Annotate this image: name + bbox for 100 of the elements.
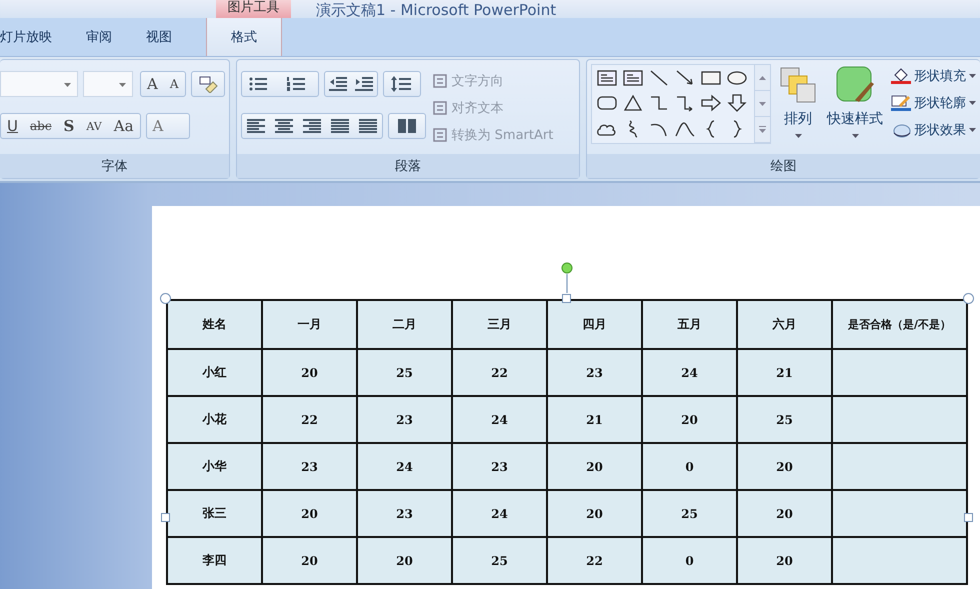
table-cell: 21 xyxy=(547,396,642,443)
align-icon xyxy=(330,119,349,133)
table-cell: 25 xyxy=(452,537,547,584)
shape-icon[interactable] xyxy=(596,68,618,88)
dropdown-icon xyxy=(64,83,71,87)
scroll-up-button[interactable] xyxy=(755,65,770,91)
table-cell: 24 xyxy=(642,349,737,396)
table-cell: 22 xyxy=(547,537,642,584)
dropdown-icon xyxy=(969,74,976,78)
scroll-down-button[interactable] xyxy=(755,91,770,117)
ribbon-tab[interactable]: 视图 xyxy=(146,18,172,56)
table-cell: 0 xyxy=(642,443,737,490)
more-icon xyxy=(759,126,766,133)
shape-command[interactable]: 形状填充 xyxy=(891,64,976,88)
table-cell: 20 xyxy=(547,443,642,490)
dropdown-icon xyxy=(852,134,858,138)
font-format-button[interactable]: abc xyxy=(24,114,58,138)
font-size-field[interactable] xyxy=(83,71,133,97)
font-format-button[interactable]: AV xyxy=(80,114,108,138)
context-tab-label: 图片工具 xyxy=(216,0,291,18)
ribbon-tab[interactable]: 审阅 xyxy=(86,18,112,56)
grow-font-button[interactable]: A xyxy=(141,72,164,96)
quick-styles-icon xyxy=(835,66,875,104)
table-cell: 25 xyxy=(642,490,737,537)
column-header: 四月 xyxy=(547,300,642,349)
table-cell: 20 xyxy=(737,443,832,490)
table-cell: 20 xyxy=(262,349,357,396)
group-label: 段落 xyxy=(394,158,421,175)
ribbon-tab[interactable]: 格式 xyxy=(206,18,282,56)
column-header: 一月 xyxy=(262,300,357,349)
table-cell: 24 xyxy=(452,396,547,443)
table-cell: 25 xyxy=(357,349,452,396)
column-header: 三月 xyxy=(452,300,547,349)
ribbon-tab[interactable]: 灯片放映 xyxy=(0,18,52,56)
table-cell: 23 xyxy=(452,443,547,490)
shape-command[interactable]: 形状效果 xyxy=(891,118,976,142)
align-icon xyxy=(246,119,265,133)
dropdown-icon xyxy=(794,134,802,138)
shape-icon[interactable] xyxy=(622,93,644,114)
table-cell: 23 xyxy=(357,396,452,443)
align-icon xyxy=(274,119,293,133)
arrange-button[interactable]: 排列 xyxy=(777,64,819,154)
shape-icon[interactable] xyxy=(700,93,722,114)
font-format-button[interactable]: U xyxy=(1,114,24,138)
align-icon xyxy=(302,119,321,133)
table-cell: 小花 xyxy=(167,396,262,443)
dropdown-icon xyxy=(969,128,976,132)
rotation-handle[interactable] xyxy=(560,262,574,293)
table-cell: 23 xyxy=(547,349,642,396)
table-cell: 20 xyxy=(357,537,452,584)
column-header: 六月 xyxy=(737,300,832,349)
table-cell: 25 xyxy=(737,396,832,443)
table-cell: 20 xyxy=(262,490,357,537)
resize-handle[interactable] xyxy=(963,293,974,304)
eraser-icon xyxy=(198,75,218,93)
resize-handle[interactable] xyxy=(160,293,171,304)
resize-handle[interactable] xyxy=(161,513,170,522)
down-arrow-icon xyxy=(759,102,766,106)
table-cell: 0 xyxy=(642,537,737,584)
align-icon xyxy=(358,119,377,133)
quick-styles-button[interactable]: 快速样式 xyxy=(825,64,885,154)
indent-icon xyxy=(354,77,373,91)
column-header: 二月 xyxy=(357,300,452,349)
table-cell: 20 xyxy=(737,537,832,584)
column-header: 姓名 xyxy=(167,300,262,349)
column-header: 是否合格（是/不是） xyxy=(832,300,967,349)
table-cell: 20 xyxy=(642,396,737,443)
dropdown-icon xyxy=(119,83,126,87)
arrange-icon xyxy=(779,66,817,104)
indent-icon xyxy=(328,77,347,91)
group-label: 字体 xyxy=(101,158,128,175)
table-cell: 20 xyxy=(737,490,832,537)
table-cell: 21 xyxy=(737,349,832,396)
column-header: 五月 xyxy=(642,300,737,349)
more-button[interactable] xyxy=(755,117,770,143)
resize-handle[interactable] xyxy=(562,294,571,303)
table-cell: 24 xyxy=(357,443,452,490)
table-cell: 小红 xyxy=(167,349,262,396)
shape-icon[interactable] xyxy=(726,93,748,114)
shape-icon[interactable] xyxy=(648,68,670,88)
font-name-field[interactable] xyxy=(0,71,78,97)
resize-handle[interactable] xyxy=(964,513,973,522)
columns-icon xyxy=(398,119,416,133)
table-cell: 小华 xyxy=(167,443,262,490)
table-cell: 23 xyxy=(357,490,452,537)
table-cell: 23 xyxy=(262,443,357,490)
table-cell: 20 xyxy=(262,537,357,584)
font-format-button[interactable]: S xyxy=(58,114,80,138)
pencil-icon xyxy=(891,94,911,112)
shape-command[interactable]: 形状轮廓 xyxy=(891,91,976,115)
shape-icon[interactable] xyxy=(622,68,644,88)
table-cell: 20 xyxy=(547,490,642,537)
font-format-button[interactable]: Aa xyxy=(108,114,140,138)
up-arrow-icon xyxy=(759,76,766,80)
dropdown-icon xyxy=(969,101,976,105)
group-label: 绘图 xyxy=(770,158,796,175)
table-cell: 22 xyxy=(452,349,547,396)
table-cell: 张三 xyxy=(167,490,262,537)
font-color-button[interactable]: A xyxy=(146,114,189,138)
shrink-font-button[interactable]: A xyxy=(164,72,185,96)
